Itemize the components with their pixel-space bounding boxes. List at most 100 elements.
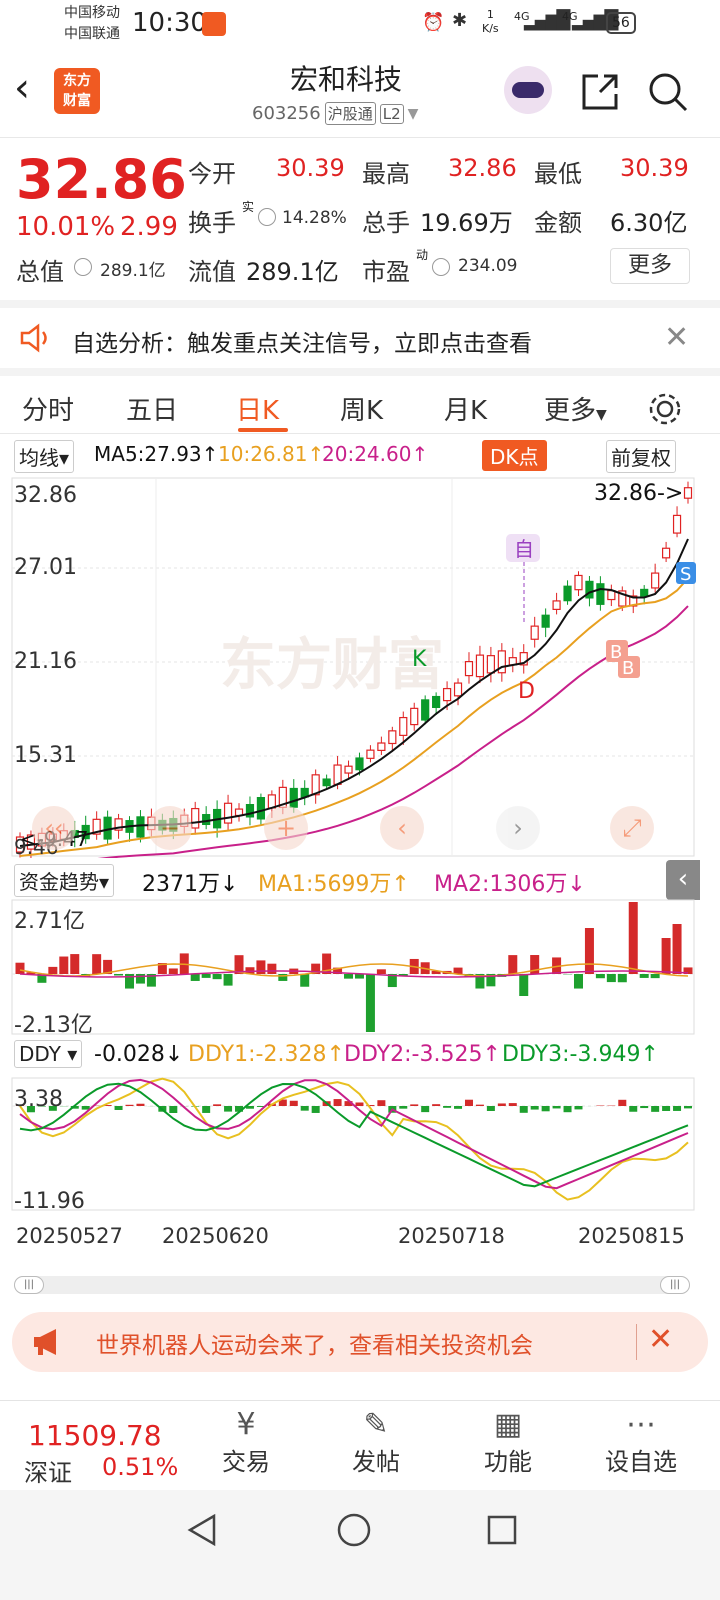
info-dots-icon[interactable] (432, 258, 450, 276)
index-value[interactable]: 11509.78 (28, 1419, 162, 1452)
self-select-marker: 自 (514, 537, 534, 561)
turnover-sup: 实 (242, 200, 255, 214)
ddy-bar (377, 1100, 386, 1106)
date-tick-3: 20250718 (398, 1224, 505, 1248)
date-axis: 20250527 20250620 20250718 20250815 (0, 1222, 720, 1252)
chevron-left-icon[interactable]: ‹ (380, 806, 424, 850)
nav-add-watchlist[interactable]: ⋯ 设自选 (596, 1407, 686, 1477)
candle-body (432, 695, 441, 709)
ddy-chart[interactable]: 3.38 -11.96 (0, 1076, 720, 1212)
info-dots-icon[interactable] (258, 208, 276, 226)
candle-body (344, 765, 353, 774)
fund-bar (135, 974, 145, 984)
search-icon[interactable] (646, 70, 690, 114)
tab-weekly-k[interactable]: 周K (340, 390, 383, 427)
tab-more[interactable]: 更多▼ (544, 390, 607, 427)
ddy-bar (333, 1099, 342, 1106)
collapse-panel-icon[interactable]: ‹ (666, 860, 700, 900)
ma5-legend: MA5:27.93↑ (94, 442, 219, 466)
promo-banner[interactable]: 世界机器人运动会来了，查看相关投资机会 ✕ (12, 1312, 708, 1372)
ddy-bar (673, 1106, 682, 1111)
apps-icon: ▦ (493, 1407, 523, 1442)
tab-monthly-k[interactable]: 月K (444, 390, 487, 427)
candle-body (202, 814, 211, 826)
zoom-out-icon[interactable]: − (148, 806, 192, 850)
date-tick-1: 20250527 (16, 1224, 123, 1248)
chevron-left-double-icon[interactable]: ‹‹ (32, 806, 76, 850)
ddy1-line (19, 1077, 689, 1201)
notice-bar[interactable]: 自选分析：触发重点关注信号，立即点击查看 ✕ (0, 300, 720, 368)
fund-selector-label: 资金趋势 (19, 870, 99, 894)
fund-bar (114, 974, 124, 976)
ddy-selector-label: DDY (19, 1042, 61, 1066)
fund-selector[interactable]: 资金趋势▾ (14, 864, 115, 897)
last-price: 32.86 (16, 148, 187, 211)
zoom-in-icon[interactable]: + (264, 806, 308, 850)
ddy-bar (410, 1104, 419, 1106)
fund-bar (376, 969, 386, 974)
high-label: 最高 (362, 160, 410, 188)
index-name: 深证 (24, 1459, 72, 1487)
indicator-selector[interactable]: 均线▾ (14, 440, 75, 473)
y-tick-2: 27.01 (14, 555, 77, 580)
fund-bar (365, 974, 375, 1032)
signal-1-icon: ▂▄▆█ (524, 10, 570, 31)
high-price-marker: 32.86-> (594, 481, 683, 506)
watermark: 东方财富 (220, 633, 444, 698)
range-handle-right[interactable]: ||| (660, 1276, 690, 1294)
candle-body (683, 487, 693, 499)
signal-s: S (680, 564, 691, 585)
settings-gear-icon[interactable] (646, 390, 684, 428)
close-icon[interactable]: ✕ (648, 1322, 673, 1357)
fund-y-bottom: -2.13亿 (14, 1013, 93, 1038)
tab-minute[interactable]: 分时 (22, 390, 74, 427)
share-icon[interactable] (578, 70, 622, 114)
kline-chart[interactable]: 东方财富 32.86 27.01 21.16 15.31 9.46 <-9.47… (0, 474, 720, 858)
ddy-bar (443, 1106, 452, 1108)
candle-body (661, 547, 671, 559)
fullscreen-icon[interactable]: ⤢ (610, 806, 654, 850)
dk-point-button[interactable]: DK点 (482, 440, 547, 471)
fund-bar (59, 956, 69, 974)
float-label: 流值 (188, 258, 236, 286)
bluetooth-icon: ✱ (452, 10, 468, 31)
ddy-bar (552, 1106, 561, 1109)
assistant-avatar-icon[interactable] (504, 66, 552, 114)
more-button[interactable]: 更多 (610, 248, 690, 284)
nav-features[interactable]: ▦ 功能 (472, 1407, 544, 1477)
range-slider-track[interactable]: ||| ||| (14, 1276, 690, 1294)
candle-body (377, 742, 386, 751)
range-handle-left[interactable]: ||| (14, 1276, 44, 1294)
candle-body (574, 574, 583, 591)
ddy-frame (11, 1077, 695, 1211)
candle-body (322, 778, 331, 787)
close-icon[interactable]: ✕ (664, 320, 689, 355)
nav-post[interactable]: ✎ 发帖 (340, 1407, 412, 1477)
adjust-mode-button[interactable]: 前复权 (606, 440, 676, 473)
back-triangle-icon[interactable] (184, 1512, 220, 1548)
ddy-selector[interactable]: DDY ▾ (14, 1040, 83, 1068)
candle-body (289, 787, 298, 808)
fund-y-top: 2.71亿 (14, 909, 85, 934)
info-dots-icon[interactable] (74, 258, 92, 276)
ddy-bar (541, 1106, 550, 1112)
candle-body (552, 600, 561, 610)
ddy-bar (651, 1106, 660, 1112)
fund-chart[interactable]: 2.71亿 -2.13亿 (0, 898, 720, 1038)
period-tabs: 分时 五日 日K 周K 月K 更多▼ (0, 368, 720, 434)
ddy-bar (300, 1106, 309, 1111)
open-value: 30.39 (276, 154, 345, 182)
chevron-right-icon[interactable]: › (496, 806, 540, 850)
ma-legend-row: 均线▾ MA5:27.93↑ 10:26.81↑ 20:24.60↑ DK点 前… (14, 440, 714, 473)
home-circle-icon[interactable] (334, 1510, 374, 1550)
recents-square-icon[interactable] (484, 1512, 520, 1548)
tab-daily-k[interactable]: 日K (236, 390, 279, 427)
nav-trade[interactable]: ¥ 交易 (210, 1407, 282, 1477)
candle-body (464, 661, 474, 677)
ddy-bar (432, 1104, 441, 1106)
ddy-value: -0.028↓ (94, 1042, 184, 1067)
dropdown-arrow-icon[interactable]: ▼ (408, 106, 419, 122)
candle-body (530, 625, 539, 640)
tab-five-day[interactable]: 五日 (126, 390, 178, 427)
back-chevron-icon[interactable]: ‹ (14, 68, 30, 108)
